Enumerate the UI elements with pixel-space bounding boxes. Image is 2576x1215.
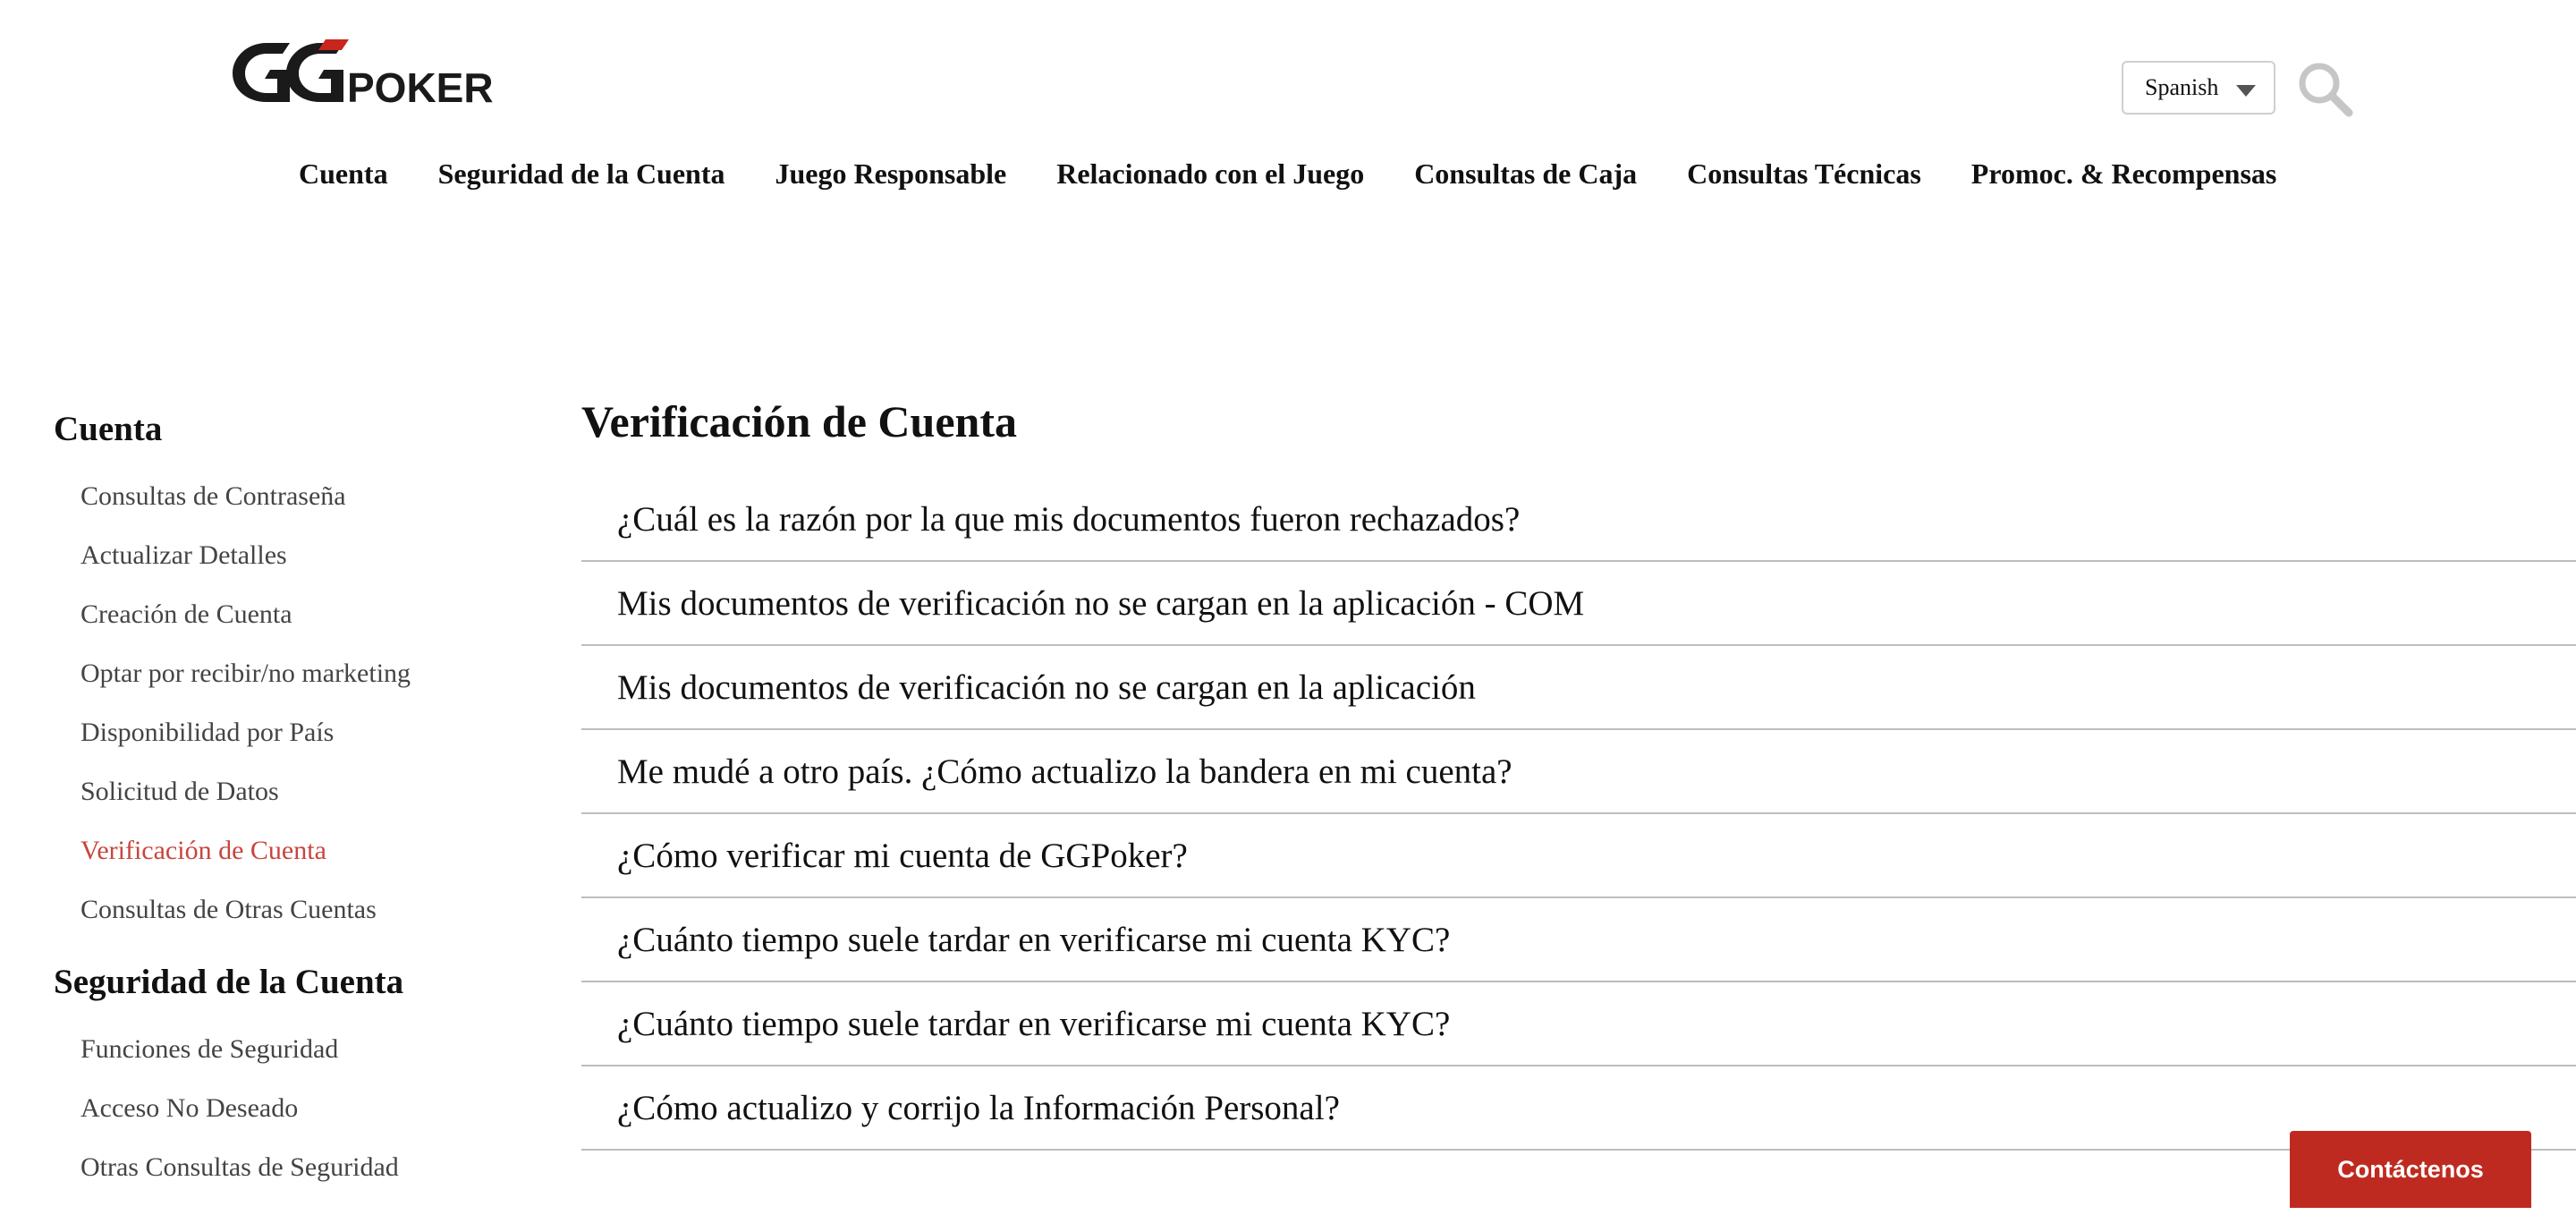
caret-down-icon (2236, 85, 2256, 97)
sidebar-item-otras-consultas-de-seguridad[interactable]: Otras Consultas de Seguridad (54, 1138, 519, 1197)
article-list: ¿Cuál es la razón por la que mis documen… (581, 478, 2576, 1151)
sidebar-item-consultas-de-contrasena[interactable]: Consultas de Contraseña (54, 467, 519, 526)
sidebar-item-optar-marketing[interactable]: Optar por recibir/no marketing (54, 644, 519, 703)
sidebar-item-acceso-no-deseado[interactable]: Acceso No Deseado (54, 1079, 519, 1138)
ggpoker-logo[interactable]: POKER (227, 38, 531, 109)
sidebar: Cuenta Consultas de Contraseña Actualiza… (54, 404, 519, 1215)
article-link[interactable]: ¿Cómo verificar mi cuenta de GGPoker? (581, 814, 2576, 898)
sidebar-item-disponibilidad-por-pais[interactable]: Disponibilidad por País (54, 703, 519, 762)
svg-text:POKER: POKER (347, 64, 494, 109)
main-content: Verificación de Cuenta ¿Cuál es la razón… (581, 392, 2576, 1151)
article-link[interactable]: ¿Cómo actualizo y corrijo la Información… (581, 1066, 2576, 1151)
sidebar-section-title[interactable]: Seguridad de la Cuenta (54, 957, 519, 1007)
nav-seguridad-de-la-cuenta[interactable]: Seguridad de la Cuenta (438, 157, 725, 191)
ggpoker-logo-icon: POKER (233, 39, 494, 109)
page-title: Verificación de Cuenta (581, 396, 1017, 446)
sidebar-item-funciones-de-seguridad[interactable]: Funciones de Seguridad (54, 1020, 519, 1079)
article-link[interactable]: ¿Cuánto tiempo suele tardar en verificar… (581, 898, 2576, 982)
nav-relacionado-con-el-juego[interactable]: Relacionado con el Juego (1056, 157, 1364, 191)
sidebar-section-title[interactable]: Cuenta (54, 404, 519, 455)
search-icon (2299, 63, 2353, 117)
sidebar-item-consultas-de-otras-cuentas[interactable]: Consultas de Otras Cuentas (54, 880, 519, 939)
nav-promoc-recompensas[interactable]: Promoc. & Recompensas (1971, 157, 2277, 191)
language-select[interactable]: Spanish (2122, 61, 2275, 115)
language-select-value: Spanish (2145, 74, 2219, 100)
sidebar-list: Consultas de Contraseña Actualizar Detal… (54, 467, 519, 939)
nav-juego-responsable[interactable]: Juego Responsable (775, 157, 1007, 191)
nav-consultas-de-caja[interactable]: Consultas de Caja (1414, 157, 1637, 191)
article-link[interactable]: ¿Cuánto tiempo suele tardar en verificar… (581, 982, 2576, 1066)
nav-cuenta[interactable]: Cuenta (299, 157, 388, 191)
sidebar-item-actualizar-detalles[interactable]: Actualizar Detalles (54, 526, 519, 585)
sidebar-list: Funciones de Seguridad Acceso No Deseado… (54, 1020, 519, 1197)
search-button[interactable] (2295, 59, 2354, 118)
article-link[interactable]: Mis documentos de verificación no se car… (581, 562, 2576, 646)
article-link[interactable]: Mis documentos de verificación no se car… (581, 646, 2576, 730)
top-navigation: Cuenta Seguridad de la Cuenta Juego Resp… (0, 157, 2576, 191)
nav-consultas-tecnicas[interactable]: Consultas Técnicas (1687, 157, 1921, 191)
sidebar-item-verificacion-de-cuenta[interactable]: Verificación de Cuenta (54, 821, 519, 880)
article-link[interactable]: ¿Cuál es la razón por la que mis documen… (581, 478, 2576, 562)
sidebar-item-solicitud-de-datos[interactable]: Solicitud de Datos (54, 762, 519, 821)
article-link[interactable]: Me mudé a otro país. ¿Cómo actualizo la … (581, 730, 2576, 814)
sidebar-item-creacion-de-cuenta[interactable]: Creación de Cuenta (54, 585, 519, 644)
contact-us-button[interactable]: Contáctenos (2290, 1131, 2531, 1208)
